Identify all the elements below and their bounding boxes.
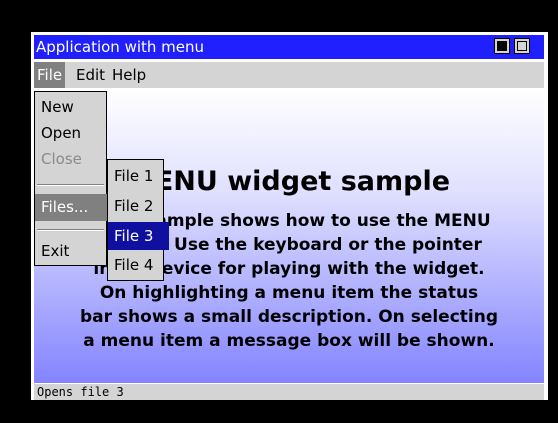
files-submenu: File 1 File 2 File 3 File 4 (107, 159, 169, 281)
description-line: On highlighting a menu item the status (99, 283, 479, 303)
menu-item-new[interactable]: New (35, 94, 112, 120)
menu-help[interactable]: Help (109, 62, 149, 88)
menu-item-exit[interactable]: Exit (35, 238, 112, 264)
menu-separator (37, 184, 104, 186)
menu-item-files[interactable]: Files... (35, 194, 112, 221)
status-text: Opens file 3 (37, 385, 124, 399)
menu-item-file-3[interactable]: File 3 (108, 222, 169, 250)
description-line: bar shows a small description. On select… (79, 307, 499, 327)
maximize-button[interactable] (514, 38, 530, 54)
menu-edit[interactable]: Edit (73, 62, 108, 88)
window-title: Application with menu (36, 38, 205, 56)
description-line: a menu item a message box will be shown. (83, 331, 495, 351)
minimize-button[interactable] (494, 38, 510, 54)
menu-item-file-1[interactable]: File 1 (108, 163, 169, 189)
menu-item-close: Close (41, 150, 82, 168)
menu-bar: File Edit Help (34, 62, 544, 88)
file-menu: New Open Close Files... Exit (34, 91, 112, 266)
status-bar: Opens file 3 (34, 384, 544, 400)
menu-item-file-4[interactable]: File 4 (108, 252, 169, 278)
menu-separator (37, 229, 104, 231)
title-bar[interactable]: Application with menu (34, 35, 544, 59)
menu-item-open[interactable]: Open (35, 120, 112, 146)
menu-file[interactable]: File (34, 62, 66, 88)
menu-item-file-2[interactable]: File 2 (108, 193, 169, 219)
